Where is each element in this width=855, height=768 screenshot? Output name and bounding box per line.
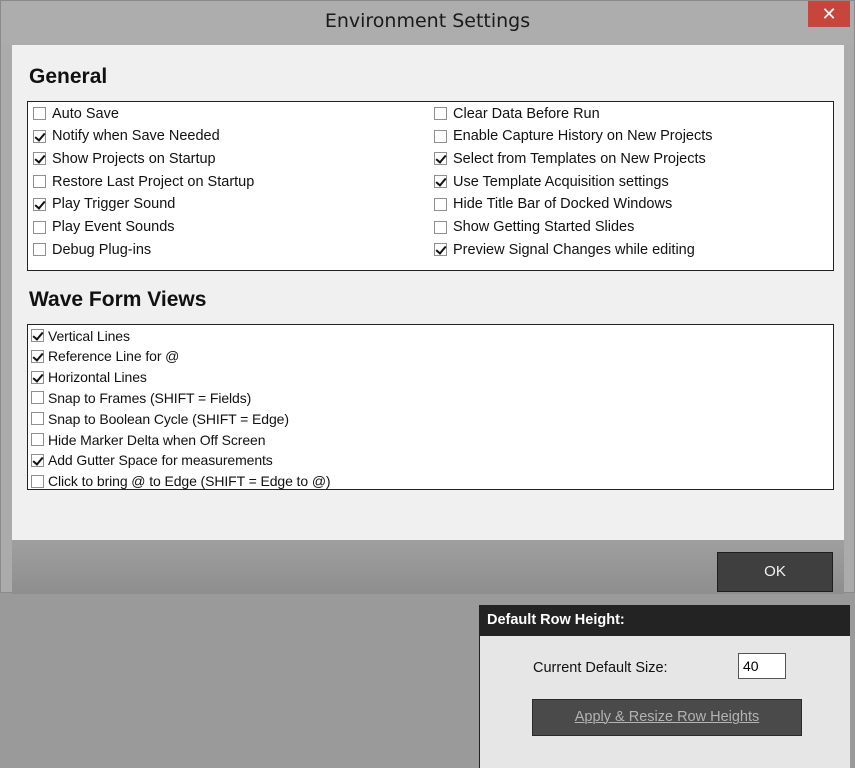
option-hide-title-bar-of-docked-windows[interactable]: Hide Title Bar of Docked Windows <box>434 195 672 214</box>
checkbox-checked[interactable] <box>434 175 447 189</box>
close-button[interactable]: ✕ <box>808 1 850 27</box>
option-label: Play Trigger Sound <box>52 196 176 213</box>
checkbox-checked[interactable] <box>31 349 44 363</box>
option-clear-data-before-run[interactable]: Clear Data Before Run <box>434 104 600 123</box>
current-default-size-label: Current Default Size: <box>533 660 668 676</box>
option-play-trigger-sound[interactable]: Play Trigger Sound <box>33 195 175 214</box>
option-snap-to-frames-shift-fields[interactable]: Snap to Frames (SHIFT = Fields) <box>31 388 251 407</box>
checkbox-unchecked[interactable] <box>434 220 447 234</box>
general-options-panel: Auto Save Notify when Save Needed Show Pro… <box>27 101 834 271</box>
option-label: Debug Plug-ins <box>52 241 152 258</box>
option-snap-to-boolean-cycle-shift-edge[interactable]: Snap to Boolean Cycle (SHIFT = Edge) <box>31 409 289 428</box>
dialog-title: Environment Settings <box>324 10 531 32</box>
option-show-projects-on-startup[interactable]: Show Projects on Startup <box>33 149 216 168</box>
option-label: Enable Capture History on New Projects <box>453 128 713 145</box>
waveform-section-title: Wave Form Views <box>29 288 207 311</box>
option-label: Play Event Sounds <box>52 219 175 235</box>
waveform-options-panel: Default Row Height: Current Default Size… <box>27 324 850 768</box>
checkbox-checked[interactable] <box>31 329 44 342</box>
checkbox-unchecked[interactable] <box>31 474 44 488</box>
option-click-to-bring-to-edge-shift-edge-to[interactable]: Click to bring @ to Edge (SHIFT = Edge t… <box>31 472 331 491</box>
general-section-title: General <box>29 65 108 88</box>
option-label: Auto Save <box>52 105 119 122</box>
option-label: Restore Last Project on Startup <box>52 173 255 190</box>
checkbox-unchecked[interactable] <box>434 107 447 120</box>
option-label: Select from Templates on New Projects <box>453 150 706 167</box>
option-vertical-lines[interactable]: Vertical Lines <box>31 326 130 345</box>
checkbox-checked[interactable] <box>33 129 46 143</box>
option-label: Snap to Boolean Cycle (SHIFT = Edge) <box>48 410 289 427</box>
option-label: Show Projects on Startup <box>52 150 216 167</box>
checkbox-checked[interactable] <box>434 152 447 166</box>
checkbox-unchecked[interactable] <box>434 129 447 143</box>
option-label: Vertical Lines <box>48 327 130 344</box>
checkbox-checked[interactable] <box>31 370 44 384</box>
option-label: Notify when Save Needed <box>52 128 220 145</box>
checkbox-checked[interactable] <box>33 197 46 211</box>
checkbox-unchecked[interactable] <box>31 433 44 446</box>
option-label: Hide Title Bar of Docked Windows <box>453 196 673 213</box>
option-label: Click to bring @ to Edge (SHIFT = Edge t… <box>48 473 331 490</box>
apply-resize-row-heights-button[interactable]: Apply & Resize Row Heights <box>532 699 802 736</box>
checkbox-unchecked[interactable] <box>33 243 46 257</box>
option-label: Hide Marker Delta when Off Screen <box>48 431 266 448</box>
option-notify-when-save-needed[interactable]: Notify when Save Needed <box>33 127 220 146</box>
close-icon: ✕ <box>821 4 837 24</box>
dialog-footer: OK <box>12 540 844 594</box>
option-add-gutter-space-for-measurements[interactable]: Add Gutter Space for measurements <box>31 451 273 470</box>
option-horizontal-lines[interactable]: Horizontal Lines <box>31 368 147 387</box>
option-preview-signal-changes-while-editing[interactable]: Preview Signal Changes while editing <box>434 240 695 259</box>
checkbox-unchecked[interactable] <box>33 220 46 234</box>
option-debug-plug-ins[interactable]: Debug Plug-ins <box>33 240 151 259</box>
row-height-panel: Default Row Height: Current Default Size… <box>479 605 850 768</box>
ok-button[interactable]: OK <box>717 552 833 592</box>
option-label: Use Template Acquisition settings <box>453 173 669 190</box>
checkbox-unchecked[interactable] <box>31 412 44 426</box>
option-select-from-templates-on-new-projects[interactable]: Select from Templates on New Projects <box>434 149 706 168</box>
title-bar[interactable]: Environment Settings ✕ <box>1 1 854 45</box>
option-label: Add Gutter Space for measurements <box>48 452 273 469</box>
option-label: Horizontal Lines <box>48 369 147 386</box>
checkbox-checked[interactable] <box>434 243 447 257</box>
checkbox-unchecked[interactable] <box>33 175 46 189</box>
checkbox-unchecked[interactable] <box>33 107 46 120</box>
option-label: Preview Signal Changes while editing <box>453 241 695 258</box>
option-use-template-acquisition-settings[interactable]: Use Template Acquisition settings <box>434 172 669 191</box>
option-auto-save[interactable]: Auto Save <box>33 104 119 123</box>
option-restore-last-project-on-startup[interactable]: Restore Last Project on Startup <box>33 172 254 191</box>
option-reference-line-for[interactable]: Reference Line for @ <box>31 347 179 366</box>
option-label: Clear Data Before Run <box>453 105 600 122</box>
option-enable-capture-history-on-new-projects[interactable]: Enable Capture History on New Projects <box>434 127 713 146</box>
row-height-header: Default Row Height: <box>480 605 850 636</box>
option-label: Reference Line for @ <box>48 348 180 365</box>
option-show-getting-started-slides[interactable]: Show Getting Started Slides <box>434 218 634 237</box>
checkbox-checked[interactable] <box>31 453 44 467</box>
option-label: Show Getting Started Slides <box>453 219 635 235</box>
checkbox-unchecked[interactable] <box>31 391 44 405</box>
default-size-input[interactable] <box>738 653 786 679</box>
dialog-body: General Auto Save Notify when Save Needed… <box>12 45 850 768</box>
checkbox-unchecked[interactable] <box>434 197 447 211</box>
option-hide-marker-delta-when-off-screen[interactable]: Hide Marker Delta when Off Screen <box>31 430 266 449</box>
checkbox-checked[interactable] <box>33 152 46 166</box>
environment-settings-dialog: Environment Settings ✕ General Auto Save… <box>0 0 855 768</box>
option-label: Snap to Frames (SHIFT = Fields) <box>48 389 252 406</box>
option-play-event-sounds[interactable]: Play Event Sounds <box>33 218 175 237</box>
